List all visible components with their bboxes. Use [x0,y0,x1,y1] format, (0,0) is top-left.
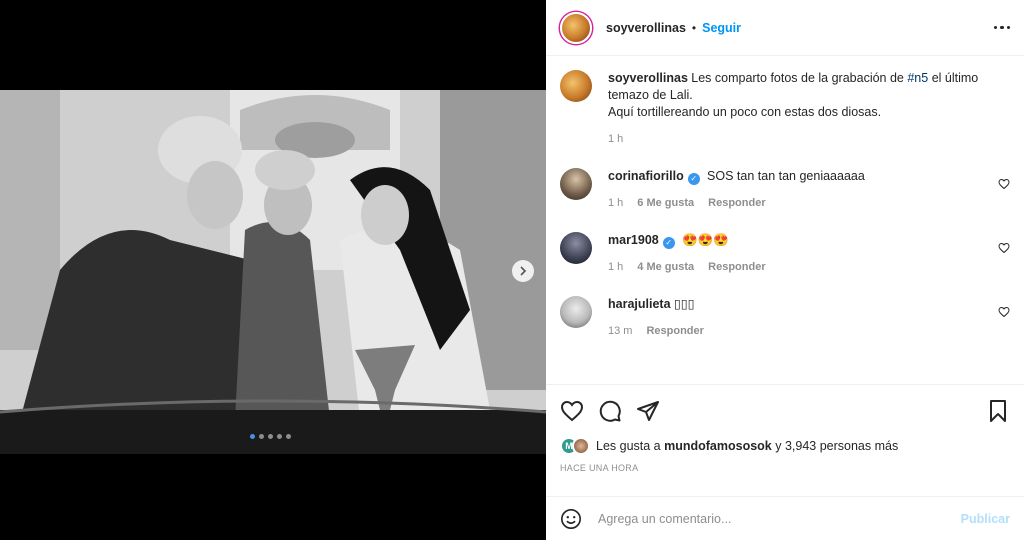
post-side-panel: soyverollinas • Seguir soyverollinas Les… [546,0,1024,540]
carousel-next-button[interactable] [512,260,534,282]
caption-time: 1 h [608,133,624,145]
likes-others-link[interactable]: y 3,943 personas más [772,439,898,453]
carousel-dot [259,434,264,439]
comment-likes-count[interactable]: 6 Me gusta [637,195,694,212]
author-avatar[interactable] [560,11,592,44]
comment-row: corinafiorillo ✓ SOS tan tan tan geniaaaa… [560,168,1010,212]
more-horizontal-icon[interactable] [993,25,1010,30]
verified-badge-icon: ✓ [662,237,675,249]
comment-bubble-icon[interactable] [598,399,622,423]
photo-illustration [0,90,546,454]
reply-button[interactable]: Responder [646,323,703,340]
commenter-avatar[interactable] [560,232,592,264]
caption-line-2: Aquí tortillereando un poco con estas do… [608,105,882,119]
liker-avatar[interactable] [572,437,590,455]
header-separator: • [691,20,697,35]
caption-hashtag-link[interactable]: #n5 [907,71,928,85]
author-username[interactable]: soyverollinas [606,21,686,35]
carousel-dot [286,434,291,439]
post-timestamp: HACE UNA HORA [560,463,639,473]
verified-badge-icon: ✓ [687,173,700,185]
post-header: soyverollinas • Seguir [546,0,1024,56]
emoji-smiley-icon[interactable] [560,508,582,530]
media-area [0,0,546,540]
liker-username[interactable]: mundofamososok [664,439,772,453]
carousel-dot [250,434,255,439]
carousel-dot [277,434,282,439]
comment-username[interactable]: corinafiorillo [608,169,684,183]
comments-list: soyverollinas Les comparto fotos de la g… [546,56,1024,384]
comment-username[interactable]: mar1908 [608,233,659,247]
comment-row: harajulieta ▯▯▯ 13 m Responder [560,296,1010,340]
comment-time: 13 m [608,325,633,337]
bookmark-save-icon[interactable] [986,399,1010,423]
follow-button[interactable]: Seguir [702,21,741,35]
reply-button[interactable]: Responder [708,195,765,212]
comment-text: SOS tan tan tan geniaaaaaa [707,169,865,183]
commenter-avatar[interactable] [560,168,592,200]
reply-button[interactable]: Responder [708,259,765,276]
heart-icon[interactable] [998,242,1010,254]
like-heart-icon[interactable] [560,399,584,423]
comment-time: 1 h [608,261,624,273]
caption-username[interactable]: soyverollinas [608,71,688,85]
comment-time: 1 h [608,197,624,209]
caption-row: soyverollinas Les comparto fotos de la g… [560,70,1010,148]
caption-text-before: Les comparto fotos de la grabación de [691,71,908,85]
comment-row: mar1908 ✓ 😍😍😍 1 h 4 Me gusta Responder [560,232,1010,276]
post-photo[interactable] [0,90,546,454]
caption-avatar[interactable] [560,70,592,102]
comment-username[interactable]: harajulieta [608,297,671,311]
comment-text: ▯▯▯ [673,297,695,311]
post-modal: soyverollinas • Seguir soyverollinas Les… [0,0,1024,540]
carousel-dot [268,434,273,439]
chevron-right-icon [520,266,527,276]
comment-likes-count[interactable]: 4 Me gusta [637,259,694,276]
share-paper-plane-icon[interactable] [636,399,660,423]
carousel-dots [250,434,291,439]
likes-prefix: Les gusta a [596,439,665,453]
heart-icon[interactable] [998,306,1010,318]
post-actions: M Les gusta a mundofamososok y 3,943 per… [546,384,1024,473]
add-comment-bar: Publicar [546,496,1024,540]
publish-button[interactable]: Publicar [961,512,1010,526]
comment-text: 😍😍😍 [682,233,729,247]
likes-text: Les gusta a mundofamososok y 3,943 perso… [596,439,898,453]
comment-input[interactable] [598,511,961,526]
commenter-avatar[interactable] [560,296,592,328]
likes-summary: M Les gusta a mundofamososok y 3,943 per… [560,437,1010,455]
heart-icon[interactable] [998,178,1010,190]
